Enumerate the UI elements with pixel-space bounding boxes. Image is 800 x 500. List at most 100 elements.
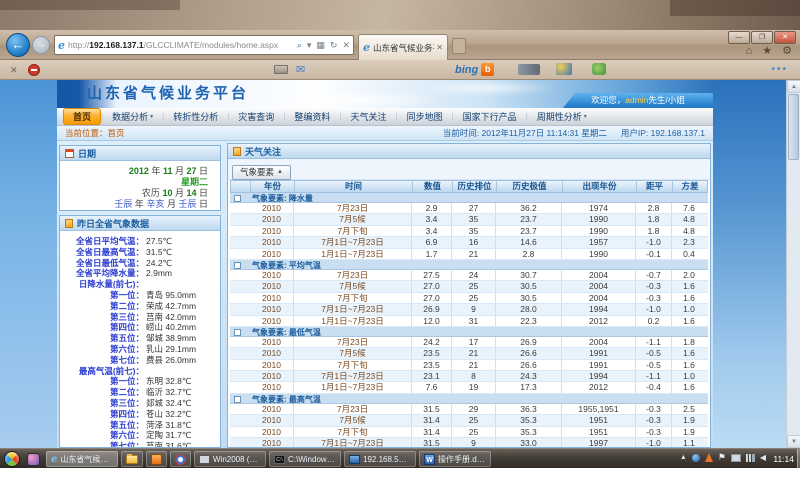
nav-item-7[interactable]: 同步地图 [398, 109, 452, 124]
calendar-panel-title: 日期 [78, 147, 96, 160]
ie-favicon: e [58, 39, 65, 52]
toolbar-addon-icon[interactable] [518, 64, 540, 75]
tray-flame-icon[interactable] [705, 453, 713, 462]
taskbar-window-button-8[interactable]: 操作手册.docx ... [419, 451, 491, 467]
forward-button[interactable]: → [32, 36, 50, 54]
row-lead-cell [230, 415, 250, 425]
rank-label: 第六位： [60, 344, 144, 355]
toolbar-addon-icon[interactable] [592, 63, 606, 75]
search-icon[interactable]: ⌕ [297, 40, 302, 51]
section-expand-checkbox[interactable] [234, 396, 241, 403]
rank-value: 定陶 31.7℃ [144, 430, 191, 441]
page-background-left [0, 80, 57, 448]
close-bar-icon[interactable]: ✕ [10, 65, 18, 76]
table-cell: 31 [452, 316, 496, 326]
new-tab-button[interactable] [452, 38, 466, 54]
table-section-row[interactable]: 气象要素: 平均气温 [230, 260, 708, 270]
vertical-scrollbar[interactable]: ▲ ▼ [786, 80, 800, 448]
taskbar-window-button-6[interactable]: C:\Windows\s... [269, 451, 341, 467]
address-bar[interactable]: e http://192.168.137.1/GLCCLIMATE/module… [54, 35, 354, 55]
tray-expand-icon[interactable]: ▲ [680, 454, 687, 461]
nav-item-9[interactable]: 周期性分析▾ [528, 109, 596, 124]
calendar-text: 壬辰 [114, 199, 132, 209]
table-cell: 35 [452, 226, 496, 236]
main-panel-title: 天气关注 [245, 145, 281, 158]
vm-app-icon [199, 455, 210, 464]
bing-box-icon[interactable]: b [481, 63, 494, 76]
document-icon [65, 219, 73, 228]
mail-icon[interactable]: ✉ [296, 63, 305, 76]
scroll-down-icon[interactable]: ▼ [787, 435, 800, 448]
rank-value: 临沂 32.7℃ [144, 387, 191, 398]
wallet-icon[interactable] [274, 65, 288, 74]
row-lead-cell [230, 293, 250, 303]
network-icon[interactable] [746, 454, 755, 462]
action-center-flag-icon[interactable]: ⚑ [718, 452, 726, 463]
table-section-row[interactable]: 气象要素: 最低气温 [230, 327, 708, 337]
nav-item-label: 转折性分析 [173, 110, 218, 123]
scroll-up-icon[interactable]: ▲ [787, 80, 800, 93]
close-button[interactable]: ✕ [774, 31, 796, 44]
stat-value: 24.2℃ [144, 258, 172, 269]
table-cell: 2010 [250, 237, 294, 247]
table-cell: -0.1 [636, 249, 672, 259]
settings-gear-icon[interactable]: ⚙ [782, 45, 792, 58]
display-icon[interactable] [731, 454, 741, 462]
table-section-row[interactable]: 气象要素: 最高气温 [230, 394, 708, 404]
toolbar-addon-icon[interactable] [556, 63, 572, 75]
calendar-text: 月 [164, 199, 178, 209]
calendar-line: 壬辰 年 辛亥 月 壬辰 日 [60, 199, 208, 210]
start-button[interactable] [4, 451, 20, 467]
weather-line: 第三位：莒南 42.0mm [60, 312, 216, 323]
taskbar-window-button-7[interactable]: 192.168.59.99... [344, 451, 416, 467]
element-filter-button[interactable]: 气象要素▲ [232, 165, 291, 180]
weather-focus-panel: 天气关注 气象要素▲ 年份时间数值历史排位历史极值出现年份距平方差气象要素: 降… [227, 143, 711, 448]
minimize-button[interactable]: — [728, 31, 750, 44]
table-cell: 7月5候 [294, 281, 412, 291]
taskbar-window-button-5[interactable]: Win2008 (VS2... [194, 451, 266, 467]
nav-item-6[interactable]: 天气关注 [341, 109, 395, 124]
tab-close-icon[interactable]: ✕ [436, 43, 443, 52]
section-expand-checkbox[interactable] [234, 329, 241, 336]
tray-app-icon[interactable] [692, 454, 700, 462]
taskbar-window-button-4[interactable] [170, 451, 191, 467]
back-button[interactable]: ← [6, 33, 30, 57]
section-expand-checkbox[interactable] [234, 262, 241, 269]
section-expand-checkbox[interactable] [234, 195, 241, 202]
table-cell: 2.0 [672, 270, 706, 280]
pinned-app-icon[interactable] [27, 453, 40, 466]
nav-item-8[interactable]: 国家下行产品 [454, 109, 526, 124]
nav-item-3[interactable]: 转折性分析 [164, 109, 227, 124]
chevron-down-icon[interactable]: ▾ [307, 40, 312, 51]
ie-app-icon [51, 454, 57, 465]
taskbar-window-button-3[interactable] [146, 451, 167, 467]
nav-item-2[interactable]: 数据分析▾ [103, 109, 162, 124]
refresh-icon[interactable]: ↻ [330, 40, 338, 51]
maximize-button[interactable]: ❐ [751, 31, 773, 44]
nav-item-5[interactable]: 整编资料 [285, 109, 339, 124]
nav-item-4[interactable]: 灾害查询 [229, 109, 283, 124]
table-row: 20107月1日~7月23日26.9928.01994-1.01.0 [230, 304, 708, 315]
taskbar-window-button-1[interactable]: 山东省气候业务... [46, 451, 118, 467]
compatibility-view-icon[interactable]: ▦ [316, 40, 325, 51]
bing-logo[interactable]: bing [455, 64, 478, 76]
more-options-icon[interactable]: ••• [771, 64, 788, 75]
taskbar-window-button-2[interactable] [121, 451, 143, 467]
nav-item-1[interactable]: 首页 [63, 108, 101, 125]
volume-icon[interactable]: ◀ [760, 453, 766, 462]
table-header-cell: 年份 [251, 181, 295, 192]
taskbar-clock[interactable]: 11:14 [773, 449, 794, 469]
table-section-row[interactable]: 气象要素: 降水量 [230, 193, 708, 203]
stop-icon[interactable]: ✕ [342, 40, 350, 51]
table-cell: 2004 [562, 281, 636, 291]
favorites-star-icon[interactable]: ★ [762, 45, 772, 58]
table-row: 20107月下旬3.43523.719901.84.8 [230, 226, 708, 237]
browser-tab[interactable]: e 山东省气候业务平... ✕ [358, 34, 448, 60]
scrollbar-thumb[interactable] [788, 94, 799, 160]
home-icon[interactable]: ⌂ [746, 45, 753, 58]
table-cell: 1951 [562, 427, 636, 437]
table-cell: 7月23日 [294, 337, 412, 347]
calendar-text: 27 [186, 166, 196, 176]
blocked-content-icon[interactable] [28, 64, 40, 76]
table-cell: 7月下旬 [294, 427, 412, 437]
